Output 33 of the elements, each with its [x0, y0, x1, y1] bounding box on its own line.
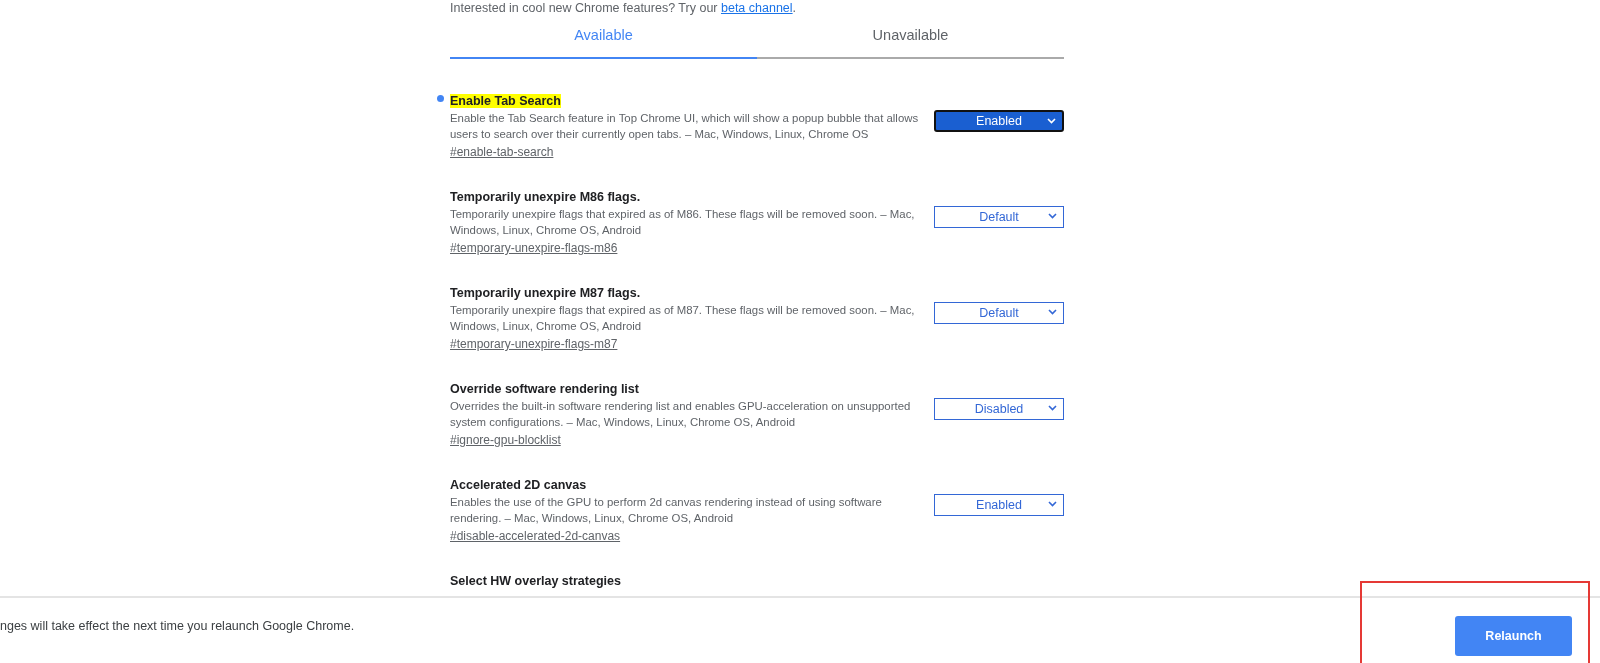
relaunch-button[interactable]: Relaunch	[1455, 615, 1572, 656]
flag-description: Enables the use of the GPU to perform 2d canvas rendering instead of using software rendering. – Mac, Windows, Linux, Chrome OS, Android	[450, 495, 883, 526]
flag-select[interactable]: Enabled	[934, 110, 1064, 132]
tab[interactable]: Available	[450, 27, 757, 59]
flag-title: Accelerated 2D canvas	[450, 478, 587, 492]
flag-description: Overrides the built-in software rendering list and enables GPU-acceleration on unsupported system configurations. – Mac, Windows, Linux, Chrome OS, Android	[450, 399, 912, 430]
chevron-icon	[1048, 213, 1057, 219]
flag-select[interactable]: Disabled	[934, 398, 1064, 420]
flag-description: Enable the Tab Search feature in Top Chrome UI, which will show a popup bubble that allows users to search over their currently open tabs. – Mac, Windows, Linux, Chrome OS	[450, 111, 920, 142]
flag-title: Temporarily unexpire M86 flags.	[450, 190, 641, 204]
flag-title: Override software rendering list	[450, 382, 639, 396]
beta-channel-link[interactable]: beta channel	[721, 1, 793, 15]
modified-dot	[437, 95, 444, 102]
tab[interactable]: Unavailable	[757, 27, 1064, 59]
flag-title: Select HW overlay strategies	[450, 574, 621, 588]
intro-text: Interested in cool new Chrome features? Try our beta channel.	[450, 1, 798, 15]
flag-title: Enable Tab Search	[450, 94, 561, 108]
chevron-icon	[1048, 309, 1057, 315]
flag-description: Temporarily unexpire flags that expired as of M87. These flags will be removed soon. – Mac, Windows, Linux, Chrome OS, Android	[450, 303, 916, 334]
flag-select[interactable]: Default	[934, 302, 1064, 324]
relaunch-message: nges will take effect the next time you relaunch Google Chrome.	[0, 618, 355, 633]
flag-description: Temporarily unexpire flags that expired as of M86. These flags will be removed soon. – Mac, Windows, Linux, Chrome OS, Android	[450, 207, 916, 238]
flag-link[interactable]: #temporary-unexpire-flags-m86	[450, 241, 618, 255]
chevron-icon	[1047, 118, 1056, 124]
flag-link[interactable]: #ignore-gpu-blocklist	[450, 433, 561, 447]
chevron-icon	[1048, 501, 1057, 507]
flag-select[interactable]: Enabled	[934, 494, 1064, 516]
flag-link[interactable]: #enable-tab-search	[450, 145, 554, 159]
flag-title: Temporarily unexpire M87 flags.	[450, 286, 641, 300]
chevron-icon	[1048, 405, 1057, 411]
flag-select[interactable]: Default	[934, 206, 1064, 228]
flag-link[interactable]: #temporary-unexpire-flags-m87	[450, 337, 618, 351]
flag-link[interactable]: #disable-accelerated-2d-canvas	[450, 529, 621, 543]
